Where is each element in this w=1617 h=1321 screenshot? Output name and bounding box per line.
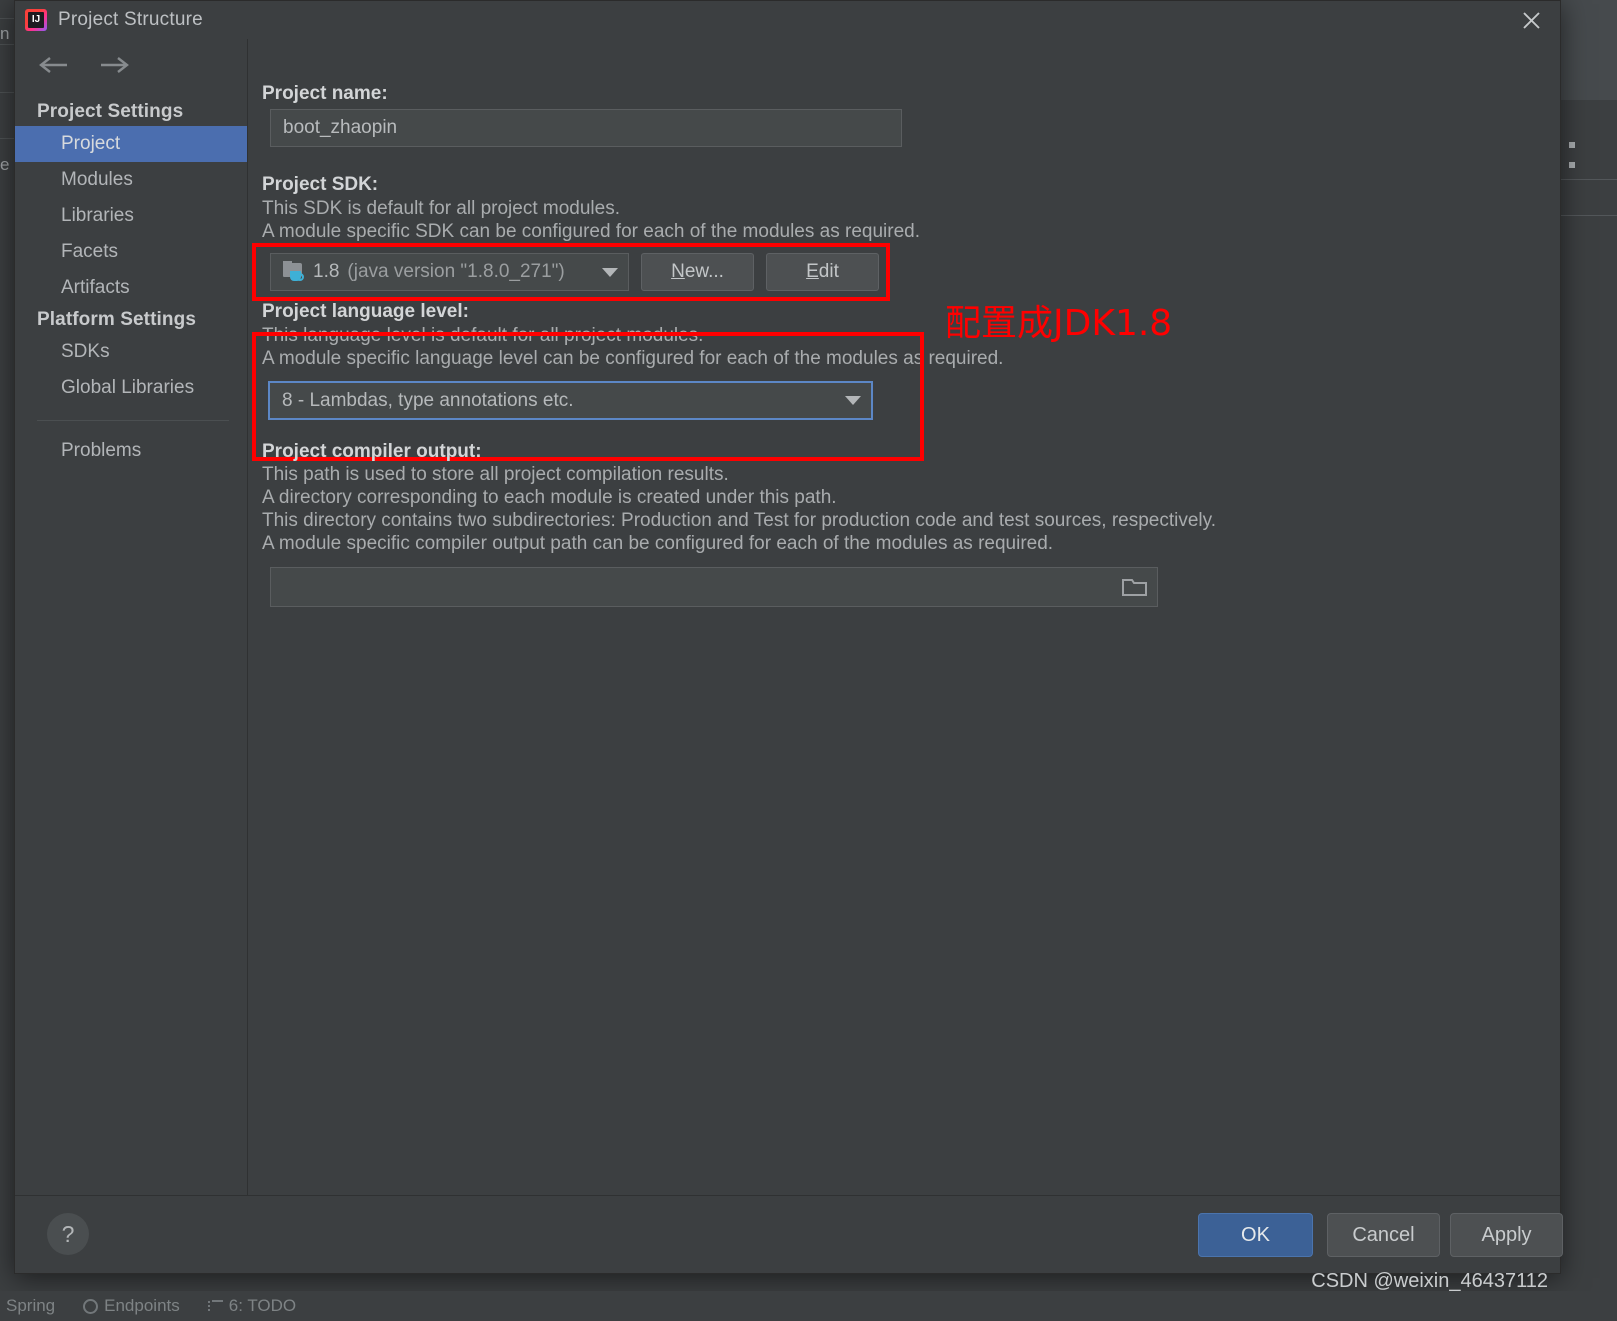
ide-statusbar: Spring Endpoints 6: TODO bbox=[0, 1291, 1617, 1321]
statusbar-item-spring[interactable]: Spring bbox=[6, 1296, 55, 1316]
settings-sidebar: Project Settings Project Modules Librari… bbox=[15, 39, 248, 1195]
help-question-icon[interactable]: ? bbox=[47, 1213, 89, 1255]
statusbar-endpoints-label: Endpoints bbox=[104, 1296, 180, 1315]
sidebar-group-project-settings: Project Settings bbox=[37, 101, 184, 122]
language-level-combobox[interactable]: 8 - Lambdas, type annotations etc. bbox=[268, 381, 873, 420]
new-sdk-button-rest: ew... bbox=[684, 261, 724, 282]
csdn-watermark: CSDN @weixin_46437112 bbox=[1311, 1270, 1548, 1292]
close-icon[interactable] bbox=[1516, 7, 1546, 33]
arrow-left-icon[interactable] bbox=[37, 55, 71, 80]
project-sdk-combobox[interactable]: 1.8 (java version "1.8.0_271") bbox=[270, 253, 629, 291]
language-level-description-2: A module specific language level can be … bbox=[262, 348, 1004, 369]
background-right-marker bbox=[1569, 142, 1575, 148]
arrow-right-icon[interactable] bbox=[97, 55, 131, 80]
sidebar-item-global-libraries[interactable]: Global Libraries bbox=[15, 370, 247, 406]
background-right-strip bbox=[1561, 0, 1617, 1321]
statusbar-todo-label: 6: TODO bbox=[228, 1296, 297, 1315]
new-sdk-button[interactable]: New... bbox=[641, 253, 754, 291]
project-sdk-detail: (java version "1.8.0_271") bbox=[347, 261, 565, 282]
sidebar-item-problems[interactable]: Problems bbox=[15, 433, 247, 469]
language-level-description-1: This language level is default for all p… bbox=[262, 325, 704, 346]
annotation-text-jdk: 配置成JDK1.8 bbox=[945, 303, 1173, 344]
apply-button[interactable]: Apply bbox=[1450, 1213, 1563, 1257]
project-sdk-label: Project SDK: bbox=[262, 174, 379, 195]
cancel-button[interactable]: Cancel bbox=[1327, 1213, 1440, 1257]
compiler-output-description-2: A directory corresponding to each module… bbox=[262, 487, 837, 508]
background-right-tick bbox=[1561, 215, 1617, 216]
ok-button[interactable]: OK bbox=[1198, 1213, 1313, 1257]
intellij-idea-icon bbox=[25, 9, 47, 31]
edit-sdk-button-label: E bbox=[806, 261, 819, 282]
background-text-fragment: e bbox=[0, 155, 10, 174]
project-sdk-description-2: A module specific SDK can be configured … bbox=[262, 221, 920, 242]
language-level-value: 8 - Lambdas, type annotations etc. bbox=[282, 389, 574, 411]
folder-browse-icon[interactable] bbox=[1122, 576, 1148, 602]
endpoints-icon bbox=[83, 1298, 99, 1314]
compiler-output-input[interactable] bbox=[270, 567, 1158, 607]
background-right-tick bbox=[1561, 179, 1617, 180]
sidebar-item-facets[interactable]: Facets bbox=[15, 234, 247, 270]
new-sdk-button-label: N bbox=[671, 261, 685, 282]
compiler-output-description-3: This directory contains two subdirectori… bbox=[262, 510, 1216, 531]
edit-sdk-button-rest: dit bbox=[818, 261, 839, 282]
dialog-body: Project Settings Project Modules Librari… bbox=[15, 39, 1560, 1195]
language-level-label: Project language level: bbox=[262, 301, 469, 322]
edit-sdk-button[interactable]: Edit bbox=[766, 253, 879, 291]
dialog-title: Project Structure bbox=[58, 9, 203, 30]
statusbar-item-endpoints[interactable]: Endpoints bbox=[83, 1296, 180, 1316]
compiler-output-description-1: This path is used to store all project c… bbox=[262, 464, 729, 485]
chevron-down-icon bbox=[845, 396, 861, 405]
sidebar-item-artifacts[interactable]: Artifacts bbox=[15, 270, 247, 306]
statusbar-item-todo[interactable]: 6: TODO bbox=[207, 1296, 297, 1316]
background-right-header bbox=[1561, 0, 1617, 100]
background-text-fragment: n bbox=[0, 24, 10, 43]
project-structure-dialog: Project Structure bbox=[14, 0, 1563, 1292]
project-sdk-description-1: This SDK is default for all project modu… bbox=[262, 198, 620, 219]
project-name-input[interactable]: boot_zhaopin bbox=[270, 109, 902, 147]
sidebar-divider bbox=[37, 420, 229, 421]
compiler-output-label: Project compiler output: bbox=[262, 441, 482, 462]
todo-list-icon bbox=[207, 1299, 223, 1313]
sidebar-group-platform-settings: Platform Settings bbox=[37, 309, 196, 330]
sidebar-item-sdks[interactable]: SDKs bbox=[15, 334, 247, 370]
project-name-label: Project name: bbox=[262, 83, 388, 104]
sidebar-item-libraries[interactable]: Libraries bbox=[15, 198, 247, 234]
sidebar-item-modules[interactable]: Modules bbox=[15, 162, 247, 198]
statusbar-spring-label: Spring bbox=[6, 1296, 56, 1315]
settings-content-project: Project name: boot_zhaopin Project SDK: … bbox=[248, 39, 1560, 1195]
dialog-titlebar: Project Structure bbox=[15, 1, 1560, 39]
background-right-marker bbox=[1569, 162, 1575, 168]
navigation-arrows bbox=[15, 49, 247, 98]
chevron-down-icon bbox=[602, 267, 618, 277]
project-sdk-version: 1.8 bbox=[313, 261, 340, 282]
sidebar-item-project[interactable]: Project bbox=[15, 126, 247, 162]
java-sdk-icon bbox=[283, 261, 305, 282]
dialog-footer: ? OK Cancel Apply CSDN @weixin_46437112 bbox=[15, 1195, 1563, 1292]
compiler-output-description-4: A module specific compiler output path c… bbox=[262, 533, 1054, 554]
